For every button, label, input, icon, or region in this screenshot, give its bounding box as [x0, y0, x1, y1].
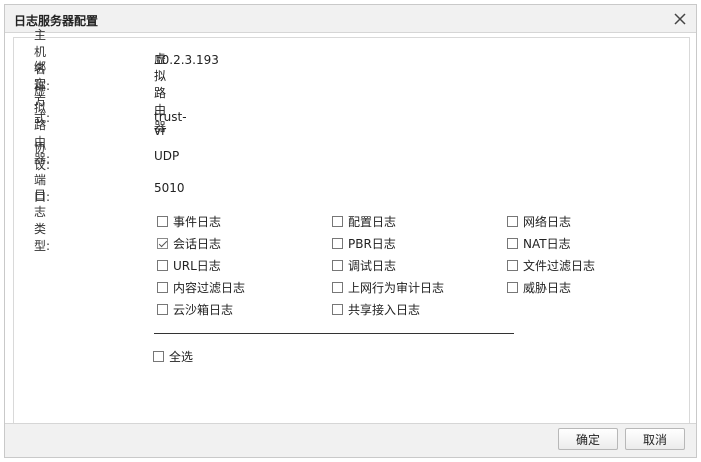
checkbox-network-log[interactable]: 网络日志 — [507, 212, 571, 230]
checkbox-select-all[interactable]: 全选 — [153, 347, 193, 365]
checkbox-debug-log-box[interactable] — [332, 259, 343, 271]
checkbox-debug-log[interactable]: 调试日志 — [332, 256, 396, 274]
checkbox-url-log-label: URL日志 — [173, 258, 221, 273]
checkbox-event-log[interactable]: 事件日志 — [157, 212, 221, 230]
checkbox-nat-log-label: NAT日志 — [523, 236, 571, 251]
checkbox-select-all-label: 全选 — [169, 349, 194, 364]
checkbox-pbr-log[interactable]: PBR日志 — [332, 234, 396, 252]
checkbox-shared-access-log[interactable]: 共享接入日志 — [332, 300, 420, 318]
checkbox-pbr-log-label: PBR日志 — [348, 236, 396, 251]
checkbox-config-log[interactable]: 配置日志 — [332, 212, 396, 230]
checkbox-session-log-box[interactable] — [157, 237, 168, 249]
protocol-value: UDP — [154, 149, 180, 163]
checkbox-web-behavior-audit-log-box[interactable] — [332, 281, 343, 293]
log-server-config-dialog: 日志服务器配置 主机名称: 10.2.3.193 绑定方式: 虚拟路由器 虚拟路… — [4, 4, 697, 458]
checkbox-session-log-label: 会话日志 — [173, 236, 222, 251]
protocol-label: 协议: — [34, 141, 51, 172]
checkbox-shared-access-log-box[interactable] — [332, 303, 343, 315]
checkbox-web-behavior-audit-log[interactable]: 上网行为审计日志 — [332, 278, 444, 296]
checkbox-url-log[interactable]: URL日志 — [157, 256, 221, 274]
checkbox-cloud-sandbox-log-box[interactable] — [157, 303, 168, 315]
checkbox-network-log-label: 网络日志 — [523, 214, 572, 229]
checkbox-url-log-box[interactable] — [157, 259, 168, 271]
dialog-title: 日志服务器配置 — [14, 14, 99, 28]
checkbox-pbr-log-box[interactable] — [332, 237, 343, 249]
log-types-label: 日志类型: — [34, 188, 51, 253]
checkbox-nat-log-box[interactable] — [507, 237, 518, 249]
checkbox-file-filter-log-label: 文件过滤日志 — [523, 258, 596, 273]
checkbox-content-filter-log-label: 内容过滤日志 — [173, 280, 246, 295]
checkbox-threat-log[interactable]: 威胁日志 — [507, 278, 571, 296]
checkbox-file-filter-log-box[interactable] — [507, 259, 518, 271]
checkbox-debug-log-label: 调试日志 — [348, 258, 397, 273]
checkbox-threat-log-label: 威胁日志 — [523, 280, 572, 295]
dialog-titlebar: 日志服务器配置 — [5, 5, 696, 33]
checkbox-event-log-label: 事件日志 — [173, 214, 222, 229]
checkbox-network-log-box[interactable] — [507, 215, 518, 227]
checkbox-nat-log[interactable]: NAT日志 — [507, 234, 571, 252]
cancel-button[interactable]: 取消 — [625, 428, 685, 450]
checkbox-content-filter-log[interactable]: 内容过滤日志 — [157, 278, 245, 296]
checkbox-config-log-box[interactable] — [332, 215, 343, 227]
checkbox-content-filter-log-box[interactable] — [157, 281, 168, 293]
close-icon[interactable] — [670, 9, 690, 29]
checkbox-threat-log-box[interactable] — [507, 281, 518, 293]
divider — [154, 333, 514, 334]
dialog-footer: 确定 取消 — [5, 423, 696, 457]
checkbox-config-log-label: 配置日志 — [348, 214, 397, 229]
checkbox-select-all-box[interactable] — [153, 350, 164, 362]
checkbox-cloud-sandbox-log-label: 云沙箱日志 — [173, 302, 234, 317]
checkbox-web-behavior-audit-log-label: 上网行为审计日志 — [348, 280, 445, 295]
checkbox-shared-access-log-label: 共享接入日志 — [348, 302, 421, 317]
checkbox-session-log[interactable]: 会话日志 — [157, 234, 221, 252]
checkbox-event-log-box[interactable] — [157, 215, 168, 227]
ok-button[interactable]: 确定 — [558, 428, 618, 450]
dialog-body: 主机名称: 10.2.3.193 绑定方式: 虚拟路由器 虚拟路由器: trus… — [13, 28, 690, 424]
virtual-router-value: trust-vr — [154, 110, 187, 138]
port-value: 5010 — [154, 181, 185, 195]
checkbox-file-filter-log[interactable]: 文件过滤日志 — [507, 256, 595, 274]
checkbox-cloud-sandbox-log[interactable]: 云沙箱日志 — [157, 300, 233, 318]
